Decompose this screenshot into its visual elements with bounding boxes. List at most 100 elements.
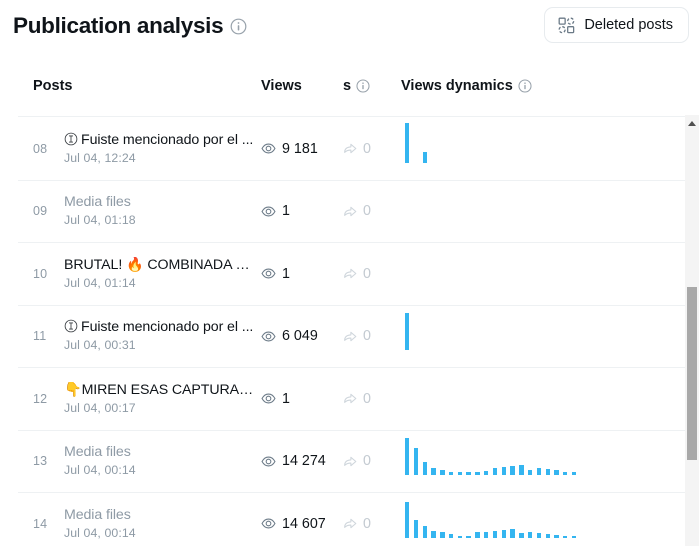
deleted-posts-button[interactable]: Deleted posts xyxy=(544,7,689,43)
sparkline-bar xyxy=(457,472,463,475)
column-header-views-dynamics[interactable]: Views dynamics xyxy=(401,78,673,94)
eye-icon xyxy=(261,266,276,281)
views-value: 1 xyxy=(282,265,290,282)
sparkline-bar xyxy=(440,470,445,475)
table-row[interactable]: 08 Fuiste mencionado por el ... Jul 04, 12… xyxy=(18,118,699,181)
sparkline-bar xyxy=(448,533,454,538)
sparkline-bar xyxy=(422,525,427,538)
cell-views: 14 274 xyxy=(261,453,343,469)
sparkline-bar xyxy=(413,519,419,538)
column-header-posts[interactable]: Posts xyxy=(18,78,261,94)
eye-icon xyxy=(261,516,276,531)
post-title-text: Fuiste mencionado por el ... xyxy=(81,319,254,336)
cell-shares: 0 xyxy=(343,453,401,469)
table-row[interactable]: 09 Media files Jul 04, 01:18 1 0 xyxy=(18,181,699,243)
sparkline-bar xyxy=(501,529,506,538)
post-title[interactable]: BRUTAL! 🔥 COMBINADA @... xyxy=(64,257,261,274)
sparkline-bar xyxy=(492,530,498,538)
sparkline-bar xyxy=(440,531,445,538)
cell-shares: 0 xyxy=(343,391,401,407)
sparkline-bar xyxy=(405,122,410,163)
table-row[interactable]: 13 Media files Jul 04, 00:14 14 274 0 xyxy=(18,431,699,493)
cell-shares: 0 xyxy=(343,266,401,282)
eye-icon xyxy=(261,454,276,469)
table-header-row: Posts Views s Views dynamics xyxy=(18,55,699,117)
chevron-up-icon[interactable] xyxy=(685,117,699,130)
post-date: Jul 04, 01:18 xyxy=(64,213,136,228)
cell-shares: 0 xyxy=(343,203,401,219)
post-date: Jul 04, 00:31 xyxy=(64,338,136,353)
sparkline-bar xyxy=(510,466,515,475)
cell-views: 14 607 xyxy=(261,516,343,532)
post-title[interactable]: Fuiste mencionado por el ... xyxy=(64,132,253,149)
share-arrow-icon xyxy=(343,141,358,156)
cell-shares: 0 xyxy=(343,516,401,532)
share-arrow-icon xyxy=(343,454,358,469)
cell-views-dynamics xyxy=(401,306,673,368)
shares-info-circle-icon[interactable] xyxy=(356,78,370,93)
post-title[interactable]: Media files xyxy=(64,444,136,461)
share-arrow-icon xyxy=(343,391,358,406)
publication-analysis-page: Publication analysis Deleted posts Posts… xyxy=(0,0,699,546)
page-title: Publication analysis xyxy=(13,12,224,38)
sparkline-bar xyxy=(554,470,559,475)
views-dynamics-sparkline[interactable] xyxy=(405,498,577,538)
post-title[interactable]: Media files xyxy=(64,507,136,524)
sparkline-bar xyxy=(484,531,489,538)
shares-value: 0 xyxy=(363,265,371,282)
row-index: 14 xyxy=(33,516,48,531)
sparkline-bar xyxy=(484,471,489,475)
table-row[interactable]: 11 Fuiste mencionado por el ... Jul 04, 00… xyxy=(18,306,699,368)
cell-post: 13 Media files Jul 04, 00:14 xyxy=(18,444,261,478)
table-row[interactable]: 10 BRUTAL! 🔥 COMBINADA @... Jul 04, 01:14 1… xyxy=(18,243,699,306)
eye-icon xyxy=(261,391,276,406)
share-arrow-icon xyxy=(343,266,358,281)
shares-value: 0 xyxy=(363,453,371,470)
cell-post: 10 BRUTAL! 🔥 COMBINADA @... Jul 04, 01:14 xyxy=(18,257,261,291)
views-dynamics-sparkline[interactable] xyxy=(405,435,577,475)
sparkline-bar xyxy=(536,532,542,538)
share-arrow-icon xyxy=(343,204,358,219)
sparkline-bar xyxy=(571,535,577,538)
cell-views-dynamics xyxy=(401,493,673,546)
post-title[interactable]: 👇MIREN ESAS CAPTURAS P... xyxy=(64,382,261,399)
sparkline-bar xyxy=(422,151,427,163)
deleted-grid-icon xyxy=(558,17,575,34)
scrollbar-thumb[interactable] xyxy=(687,287,697,460)
vertical-scrollbar[interactable] xyxy=(685,115,699,546)
title-wrap: Publication analysis xyxy=(13,12,247,38)
post-date: Jul 04, 00:17 xyxy=(64,400,136,415)
post-date: Jul 04, 00:14 xyxy=(64,463,136,478)
views-dynamics-sparkline[interactable] xyxy=(405,310,410,350)
column-header-views[interactable]: Views xyxy=(261,78,343,94)
row-index: 12 xyxy=(33,391,48,406)
row-index: 13 xyxy=(33,454,48,469)
share-arrow-icon xyxy=(343,329,358,344)
cell-post: 12 👇MIREN ESAS CAPTURAS P... Jul 04, 00:17 xyxy=(18,382,261,416)
post-body: 👇MIREN ESAS CAPTURAS P... Jul 04, 00:17 xyxy=(64,382,261,416)
shares-value: 0 xyxy=(363,140,371,157)
cell-views-dynamics xyxy=(401,431,673,493)
views-dynamics-sparkline[interactable] xyxy=(405,122,427,163)
cell-views: 1 xyxy=(261,203,343,219)
sparkline-bar xyxy=(519,532,524,538)
post-title[interactable]: Fuiste mencionado por el ... xyxy=(64,319,253,336)
table-row[interactable]: 12 👇MIREN ESAS CAPTURAS P... Jul 04, 00:17… xyxy=(18,368,699,431)
column-header-shares[interactable]: s xyxy=(343,78,401,94)
post-body: Media files Jul 04, 00:14 xyxy=(64,507,136,541)
row-index: 09 xyxy=(33,204,48,219)
cell-views: 1 xyxy=(261,391,343,407)
table-row[interactable]: 14 Media files Jul 04, 00:14 14 607 0 xyxy=(18,493,699,546)
views-dynamics-info-circle-icon[interactable] xyxy=(518,78,532,93)
info-circle-icon[interactable] xyxy=(230,18,247,35)
sparkline-bar xyxy=(466,535,471,538)
cell-views: 6 049 xyxy=(261,328,343,344)
cell-views-dynamics xyxy=(401,118,673,180)
post-body: BRUTAL! 🔥 COMBINADA @... Jul 04, 01:14 xyxy=(64,257,261,291)
post-title[interactable]: Media files xyxy=(64,194,136,211)
sparkline-bar xyxy=(448,472,454,475)
post-body: Media files Jul 04, 01:18 xyxy=(64,194,136,228)
row-index: 08 xyxy=(33,141,48,156)
sparkline-bar xyxy=(457,535,463,538)
post-date: Jul 04, 00:14 xyxy=(64,525,136,540)
